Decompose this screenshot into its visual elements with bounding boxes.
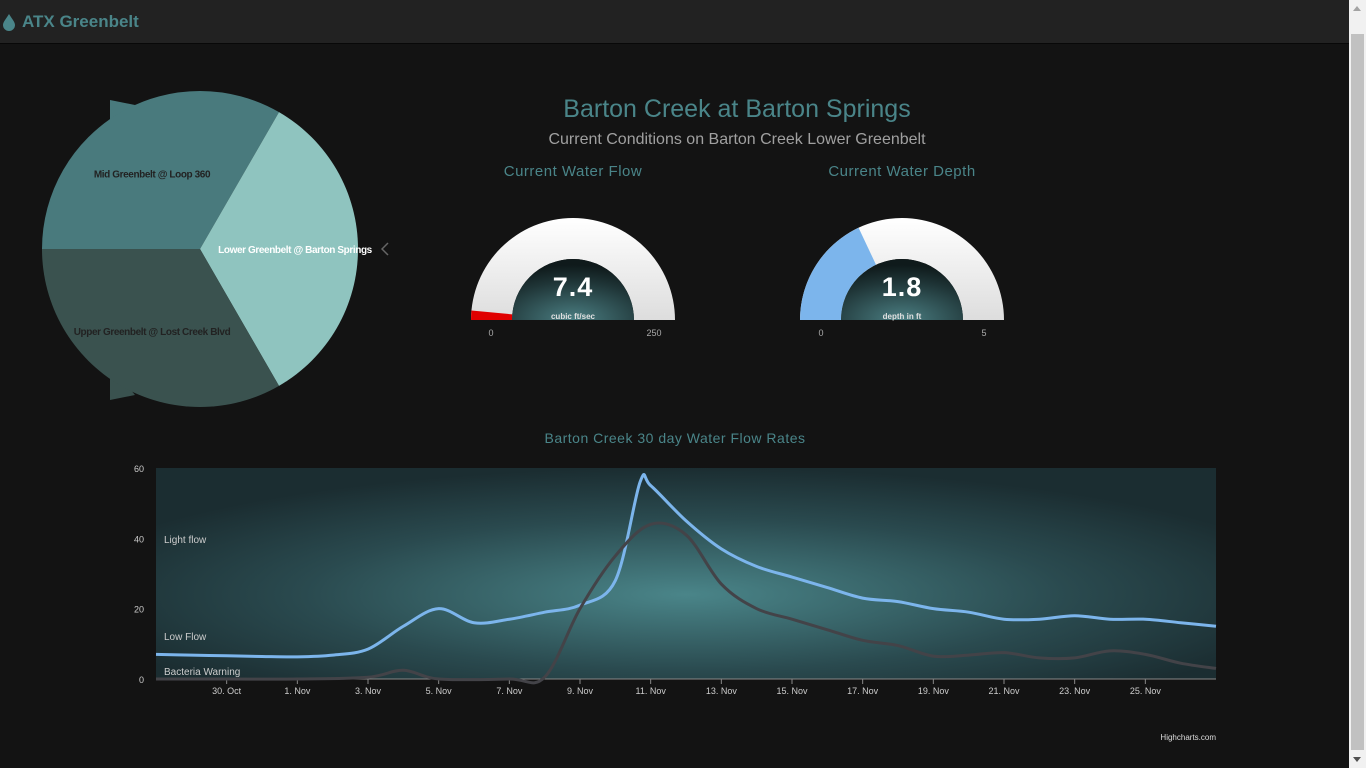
location-selector-pie[interactable]: Mid Greenbelt @ Loop 360 Lower Greenbelt…	[0, 45, 400, 425]
flow-gauge: 7.4 cubic ft/sec 0 250	[471, 218, 675, 338]
chart-credits[interactable]: Highcharts.com	[1130, 733, 1216, 742]
water-drop-icon	[3, 14, 15, 31]
x-tick-label: 15. Nov	[776, 686, 808, 696]
pie-label-mid: Mid Greenbelt @ Loop 360	[94, 169, 211, 180]
x-tick-label: 25. Nov	[1130, 686, 1162, 696]
x-tick-label: 1. Nov	[284, 686, 311, 696]
y-tick-label: 20	[134, 605, 144, 615]
x-tick-label: 5. Nov	[426, 686, 453, 696]
x-tick-label: 13. Nov	[706, 686, 738, 696]
navbar: ATX Greenbelt	[0, 0, 1349, 44]
x-axis-ticks: 30. Oct 1. Nov 3. Nov 5. Nov 7. Nov 9. Nov 11.…	[212, 679, 1161, 696]
depth-gauge-value: 1.8	[882, 272, 923, 302]
chart-title: Barton Creek 30 day Water Flow Rates	[544, 430, 806, 446]
page-scrollbar[interactable]	[1349, 0, 1366, 768]
y-axis-ticks: 0 20 40 60	[134, 464, 144, 685]
page-title: Barton Creek at Barton Springs	[563, 95, 911, 123]
brand-link[interactable]: ATX Greenbelt	[2, 10, 139, 34]
x-tick-label: 19. Nov	[918, 686, 950, 696]
brand-text: ATX Greenbelt	[22, 12, 139, 31]
plot-band-label-low: Low Flow	[164, 632, 207, 643]
arrow-down-icon	[1353, 757, 1361, 762]
depth-gauge-unit: depth in ft	[883, 312, 922, 321]
arrow-up-icon	[1353, 6, 1361, 11]
flow-gauge-value: 7.4	[553, 272, 594, 302]
gauges-panel: 7.4 cubic ft/sec 0 250 1.8 depth in ft 0…	[471, 218, 1004, 338]
flow-gauge-unit: cubic ft/sec	[551, 312, 596, 321]
y-tick-label: 60	[134, 464, 144, 474]
plot-band-label-bacteria: Bacteria Warning	[164, 667, 240, 678]
depth-gauge-title: Current Water Depth	[828, 163, 976, 180]
x-tick-label: 17. Nov	[847, 686, 879, 696]
plot-band-label-light: Light flow	[164, 535, 207, 546]
chevron-left-icon[interactable]	[380, 242, 389, 256]
x-tick-label: 23. Nov	[1059, 686, 1091, 696]
page-subtitle: Current Conditions on Barton Creek Lower…	[548, 131, 926, 148]
x-tick-label: 11. Nov	[635, 686, 666, 696]
y-tick-label: 0	[139, 675, 144, 685]
depth-gauge-min: 0	[818, 328, 823, 338]
pie-label-upper: Upper Greenbelt @ Lost Creek Blvd	[74, 327, 231, 338]
x-tick-label: 7. Nov	[496, 686, 523, 696]
x-tick-label: 30. Oct	[212, 686, 242, 696]
y-tick-label: 40	[134, 534, 144, 544]
scroll-down-button[interactable]	[1349, 751, 1366, 768]
x-tick-label: 21. Nov	[988, 686, 1020, 696]
scroll-thumb[interactable]	[1351, 34, 1364, 750]
depth-gauge: 1.8 depth in ft 0 5	[800, 218, 1004, 338]
flow-gauge-title: Current Water Flow	[503, 163, 643, 180]
main-content: Mid Greenbelt @ Loop 360 Lower Greenbelt…	[0, 45, 1349, 768]
x-tick-label: 9. Nov	[567, 686, 594, 696]
flow-gauge-min: 0	[488, 328, 493, 338]
x-tick-label: 3. Nov	[355, 686, 382, 696]
flow-gauge-max: 250	[646, 328, 661, 338]
plot-area	[156, 468, 1216, 679]
depth-gauge-max: 5	[981, 328, 986, 338]
pie-label-lower: Lower Greenbelt @ Barton Springs	[218, 245, 372, 256]
flow-rates-chart: Light flow Low Flow Bacteria Warning 0 20…	[134, 464, 1217, 696]
scroll-up-button[interactable]	[1349, 0, 1366, 17]
